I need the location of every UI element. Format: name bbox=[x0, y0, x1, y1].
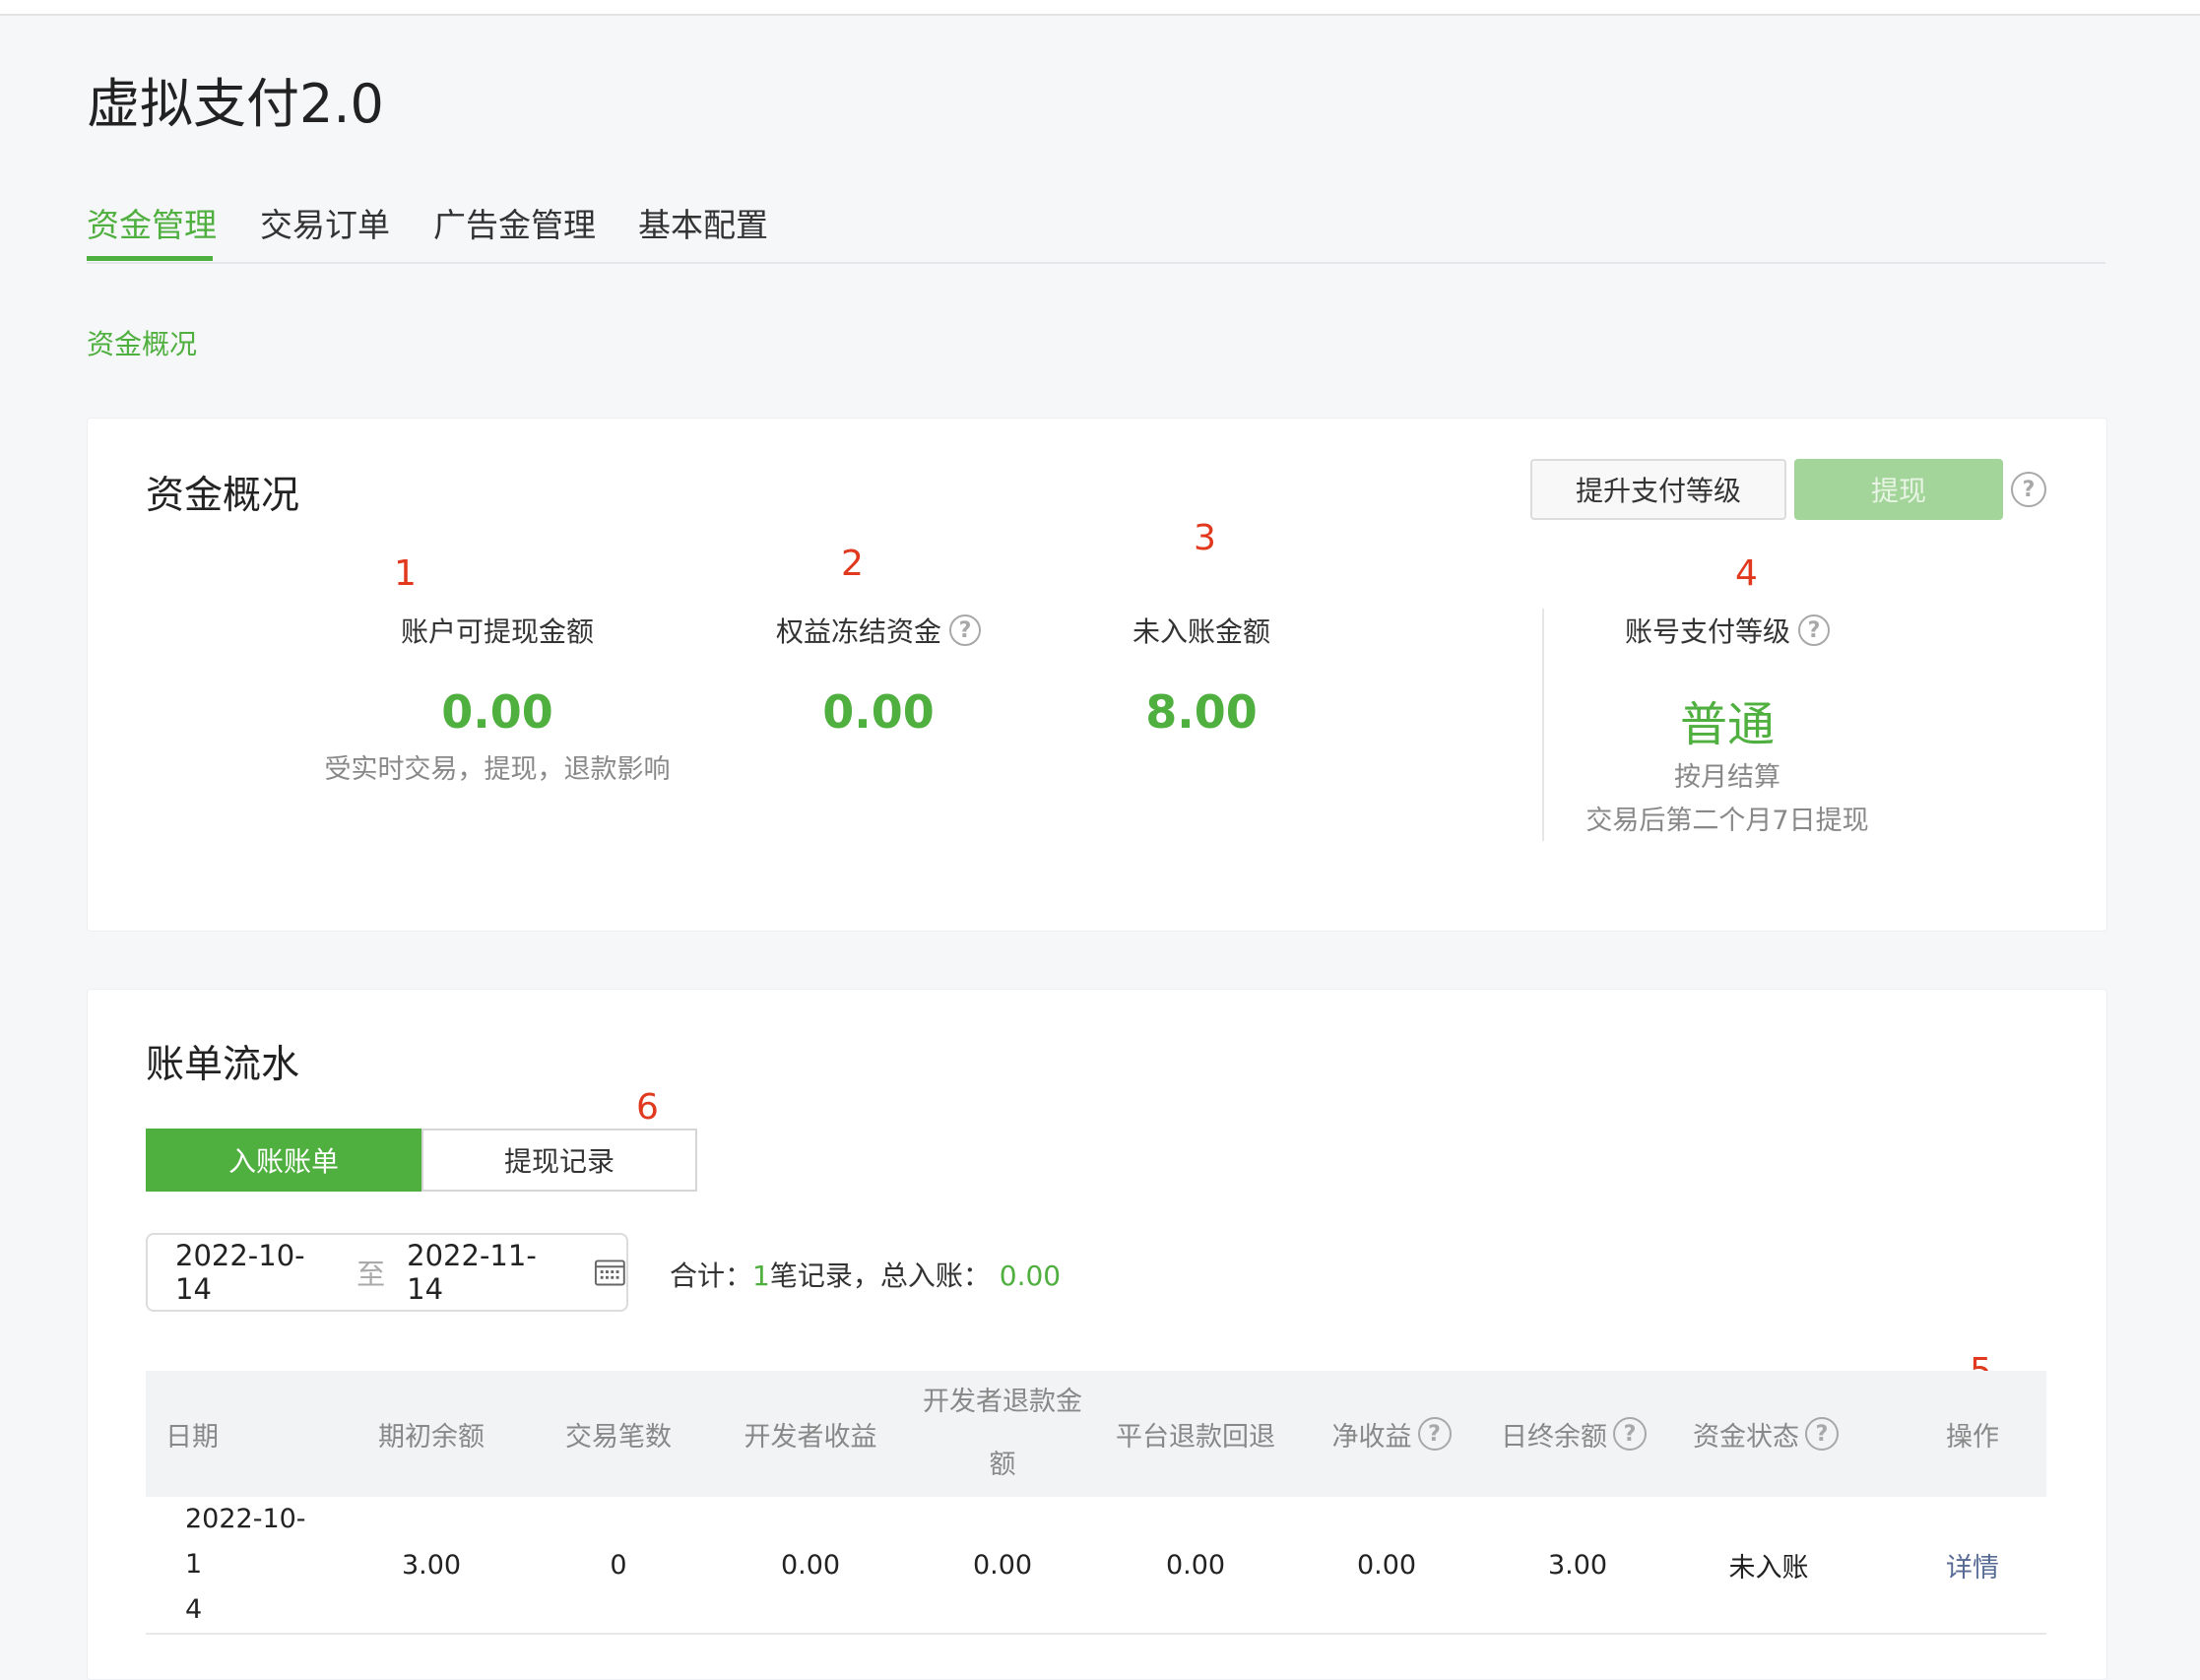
stat-unbooked-amount: 未入账金额 8.00 bbox=[1054, 611, 1349, 739]
top-bar bbox=[0, 0, 2200, 16]
details-link[interactable]: 详情 bbox=[1946, 1546, 1999, 1584]
date-range-picker[interactable]: 2022-10-14 至 2022-11-14 bbox=[146, 1233, 628, 1312]
column-header: 日终余额 bbox=[1501, 1421, 1607, 1453]
help-icon[interactable]: ? bbox=[2011, 472, 2046, 507]
stat-withdrawable: 账户可提现金额 0.00 受实时交易，提现，退款影响 bbox=[276, 611, 719, 792]
tab-transaction-orders[interactable]: 交易订单 bbox=[260, 199, 390, 246]
table-header: 日期 期初余额 交易笔数 开发者收益 开发者退款金额 平台退款回退 净收益 ? … bbox=[146, 1371, 2046, 1497]
stat-label: 账户可提现金额 bbox=[400, 615, 594, 648]
tab-withdraw-records[interactable]: 提现记录 bbox=[421, 1129, 697, 1192]
ledger-title: 账单流水 bbox=[146, 1043, 300, 1087]
breadcrumb[interactable]: 资金概况 bbox=[87, 323, 197, 362]
annotation-6: 6 bbox=[636, 1087, 659, 1128]
stat-frozen-funds: 权益冻结资金 ? 0.00 bbox=[689, 611, 1068, 739]
date-line-2: 4 bbox=[185, 1594, 203, 1625]
help-icon[interactable]: ? bbox=[1417, 1417, 1452, 1451]
annotation-2: 2 bbox=[841, 544, 864, 584]
tab-basic-config[interactable]: 基本配置 bbox=[638, 199, 768, 246]
help-icon[interactable]: ? bbox=[1613, 1417, 1647, 1451]
column-header-with-help: 日终余额 ? bbox=[1485, 1371, 1662, 1497]
stat-pay-level: 账号支付等级 ? 普通 按月结算 交易后第二个月7日提现 bbox=[1530, 611, 1924, 843]
stat-note: 按月结算 bbox=[1674, 762, 1780, 793]
column-header-with-help: 净收益 ? bbox=[1308, 1371, 1475, 1497]
summary-count: 1 bbox=[752, 1260, 770, 1292]
summary-mid: 笔记录，总入账： bbox=[769, 1260, 991, 1292]
calendar-icon[interactable] bbox=[594, 1258, 626, 1287]
tab-income-bills[interactable]: 入账账单 bbox=[146, 1129, 421, 1192]
stat-note: 受实时交易，提现，退款影响 bbox=[324, 754, 671, 785]
cell-action: 详情 bbox=[1918, 1497, 2027, 1633]
stat-value: 8.00 bbox=[1145, 685, 1258, 739]
column-header: 交易笔数 bbox=[565, 1421, 672, 1453]
page-title: 虚拟支付2.0 bbox=[87, 73, 384, 135]
annotation-4: 4 bbox=[1735, 553, 1758, 594]
start-date[interactable]: 2022-10-14 bbox=[175, 1239, 335, 1306]
stat-label-row: 账号支付等级 ? bbox=[1530, 611, 1924, 650]
cell-date: 2022-10-1 4 bbox=[185, 1497, 313, 1633]
tab-ad-fund-management[interactable]: 广告金管理 bbox=[433, 199, 596, 246]
tab-fund-management[interactable]: 资金管理 bbox=[87, 199, 217, 246]
cell-dev-refund: 0.00 bbox=[972, 1549, 1033, 1581]
summary-total: 0.00 bbox=[999, 1260, 1062, 1292]
ledger-tabs: 入账账单 提现记录 bbox=[146, 1129, 697, 1192]
main-tabs: 资金管理 交易订单 广告金管理 基本配置 bbox=[87, 189, 2105, 264]
column-header: 平台退款回退 bbox=[1116, 1421, 1275, 1453]
summary-prefix: 合计： bbox=[670, 1260, 753, 1292]
table-row: 2022-10-1 4 3.00 0 0.00 0.00 0.00 0.00 3… bbox=[146, 1497, 2046, 1635]
end-date[interactable]: 2022-11-14 bbox=[407, 1239, 566, 1306]
stat-label: 权益冻结资金 bbox=[775, 615, 941, 648]
stat-value: 普通 bbox=[1679, 697, 1775, 752]
active-tab-indicator bbox=[87, 256, 213, 261]
column-header-with-help: 资金状态 ? bbox=[1672, 1371, 1859, 1497]
help-icon[interactable]: ? bbox=[1805, 1417, 1839, 1451]
cell-closing-balance: 3.00 bbox=[1547, 1549, 1608, 1581]
column-header: 净收益 bbox=[1331, 1421, 1412, 1453]
stat-note: 交易后第二个月7日提现 bbox=[1585, 806, 1869, 836]
overview-title: 资金概况 bbox=[146, 474, 300, 518]
date-line-1: 2022-10-1 bbox=[185, 1504, 306, 1580]
cell-dev-income: 0.00 bbox=[780, 1549, 841, 1581]
stat-value: 0.00 bbox=[822, 685, 935, 739]
date-separator: 至 bbox=[356, 1258, 386, 1291]
stat-value: 0.00 bbox=[441, 685, 553, 739]
column-header: 开发者退款金额 bbox=[923, 1387, 1082, 1480]
column-header: 开发者收益 bbox=[744, 1421, 877, 1453]
stat-label: 账号支付等级 bbox=[1624, 615, 1790, 648]
column-header: 日期 bbox=[165, 1421, 219, 1453]
stat-label-row: 权益冻结资金 ? bbox=[689, 611, 1068, 650]
cell-fund-status: 未入账 bbox=[1728, 1552, 1809, 1583]
column-header: 操作 bbox=[1946, 1421, 1999, 1453]
help-icon[interactable]: ? bbox=[1798, 614, 1830, 646]
column-header: 期初余额 bbox=[378, 1421, 485, 1453]
stat-label: 未入账金额 bbox=[1132, 615, 1270, 648]
column-header: 资金状态 bbox=[1693, 1421, 1799, 1453]
cell-tx-count: 0 bbox=[610, 1549, 627, 1581]
annotation-3: 3 bbox=[1194, 518, 1216, 558]
annotation-1: 1 bbox=[394, 553, 417, 594]
cell-net-income: 0.00 bbox=[1356, 1549, 1417, 1581]
cell-opening-balance: 3.00 bbox=[401, 1549, 462, 1581]
upgrade-pay-level-button[interactable]: 提升支付等级 bbox=[1530, 459, 1786, 520]
help-icon[interactable]: ? bbox=[949, 614, 981, 646]
cell-platform-refund: 0.00 bbox=[1165, 1549, 1226, 1581]
withdraw-button[interactable]: 提现 bbox=[1794, 459, 2003, 520]
ledger-summary: 合计：1笔记录，总入账： 0.00 bbox=[670, 1255, 1061, 1294]
